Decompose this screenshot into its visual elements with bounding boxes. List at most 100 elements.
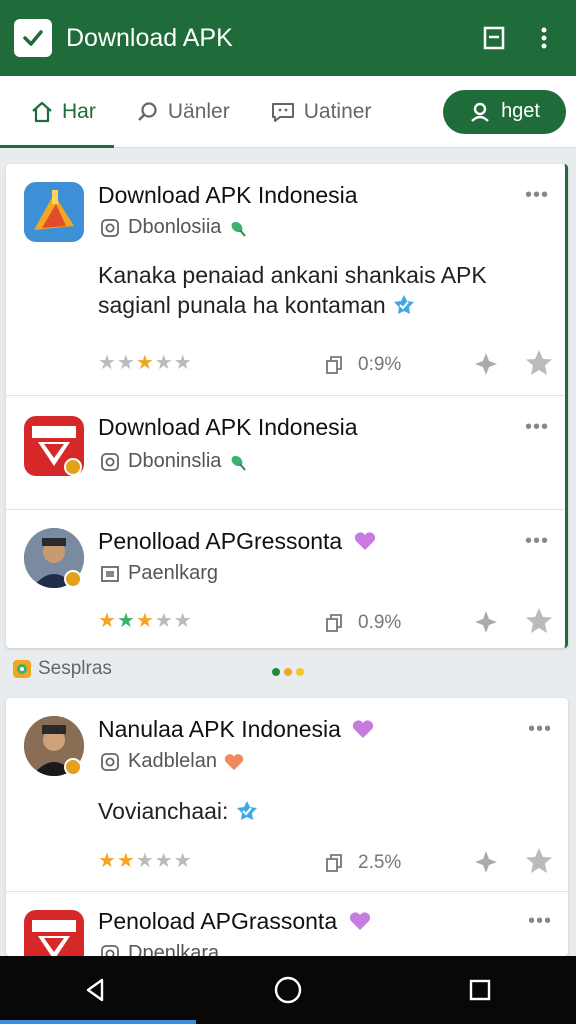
leaf-icon [231,221,247,237]
featured-card: Download APK Indonesia Dbonlosiia Kanaka… [6,164,568,648]
app-title: Download APK [66,23,233,52]
badge-icon [64,570,82,588]
pin-icon[interactable] [472,848,500,876]
more-options-icon[interactable]: ••• [525,184,549,207]
nav-indicator [0,1020,196,1024]
overflow-menu-icon[interactable] [526,20,562,56]
item-stat: 0.9% [324,612,401,634]
tab-label: hget [501,100,540,122]
copy-icon [326,356,342,374]
home-icon [32,101,52,122]
heart-icon [354,532,375,550]
badge-icon [64,758,82,776]
item-subtitle-text: Dbonlosiia [128,216,222,238]
item-subtitle: Paenlkarg [100,562,218,585]
rating-stars: ★★★★★ [98,610,193,632]
tab-label: Uatiner [303,99,372,123]
recents-icon [469,979,491,1001]
gallery-icon [101,565,119,582]
item-title: Download APK Indonesia [98,182,358,208]
item-stat: 0:9% [324,354,401,376]
item-title: Penoload APGrassonta [98,908,372,935]
home-circle-icon [274,976,302,1004]
item-stat-text: 0:9% [358,354,402,375]
item-description-text: Vovianchaai: [98,798,229,824]
item-subtitle: Dpenlkara [100,942,219,956]
category-icon [13,660,31,678]
list-item[interactable]: Download APK Indonesia Dbonlosiia Kanaka… [6,164,565,396]
item-title: Nanulaa APK Indonesia [98,716,375,743]
heart-icon [349,912,370,930]
item-subtitle-text: Paenlkarg [128,562,219,584]
tab-home[interactable]: Har [0,76,114,148]
item-subtitle-text: Dpenlkara [128,942,220,956]
page-dot [284,668,292,676]
item-stat: 2.5% [324,852,401,874]
heart-icon [224,753,244,770]
person-icon [471,102,489,122]
item-stat-text: 0.9% [358,612,402,633]
item-title: Penolload APGressonta [98,528,377,555]
app-icon-red [24,910,84,956]
star-icon[interactable] [524,846,554,876]
tab-chat[interactable]: Uatiner [248,76,390,148]
tab-bar: Har Uänler Uatiner hget [0,76,576,148]
verified-icon [236,801,257,820]
back-button[interactable] [66,960,126,1020]
instagram-icon [101,218,119,237]
chat-icon [271,102,294,122]
item-subtitle: Dboninslia [100,450,257,473]
list-item[interactable]: Download APK Indonesia Dboninslia ••• [6,396,565,510]
page-dot [296,668,304,676]
more-options-icon[interactable]: ••• [528,718,552,741]
copy-icon [326,614,342,632]
more-options-icon[interactable]: ••• [525,530,549,553]
star-icon[interactable] [524,348,554,378]
list-item[interactable]: Penolload APGressonta Paenlkarg ••• ★★★★… [6,510,565,648]
item-subtitle-text: Dboninslia [128,450,222,472]
item-title-text: Nanulaa APK Indonesia [98,716,341,742]
item-title: Download APK Indonesia [98,414,358,440]
page-dot [272,668,280,676]
app-bar: Download APK [0,0,576,76]
app-icon-orange [24,182,84,242]
home-button[interactable] [258,960,318,1020]
instagram-icon [101,752,119,771]
page-indicator [272,668,304,676]
tab-search[interactable]: Uänler [114,76,248,148]
star-icon[interactable] [524,606,554,636]
item-description: Vovianchaai: [98,796,538,826]
item-description-text: Kanaka penaiad ankani shankais APK sagia… [98,262,487,318]
tab-label: Har [62,99,96,123]
rating-stars: ★★★★★ [98,352,193,374]
item-subtitle: Kadblelan [100,750,253,773]
verified-icon [394,295,415,314]
search-icon [137,101,157,121]
item-stat-text: 2.5% [358,852,402,873]
app-logo-icon [14,19,52,57]
tab-label: Uänler [167,99,230,123]
instagram-icon [101,944,119,956]
back-icon [86,978,104,1002]
system-nav-bar [0,956,576,1024]
badge-icon [64,458,82,476]
item-subtitle: Dbonlosiia [100,216,257,239]
more-options-icon[interactable]: ••• [528,910,552,933]
rating-stars: ★★★★★ [98,850,193,872]
list-item[interactable]: Nanulaa APK Indonesia Kadblelan Vovianch… [6,698,568,892]
tab-account-button[interactable]: hget [443,89,566,134]
item-description: Kanaka penaiad ankani shankais APK sagia… [98,260,538,320]
section-label-text: Sesplras [38,658,112,679]
leaf-icon [231,455,247,471]
list-item[interactable]: Penoload APGrassonta Dpenlkara ••• [6,892,568,956]
copy-icon [326,854,342,872]
more-options-icon[interactable]: ••• [525,416,549,439]
feed-list[interactable]: Download APK Indonesia Dbonlosiia Kanaka… [0,150,576,956]
section-label: Sesplras [12,658,112,680]
recents-button[interactable] [450,960,510,1020]
pin-icon[interactable] [472,608,500,636]
bookmark-icon[interactable] [476,20,512,56]
heart-icon [353,720,374,738]
item-subtitle-text: Kadblelan [128,750,217,772]
pin-icon[interactable] [472,350,500,378]
